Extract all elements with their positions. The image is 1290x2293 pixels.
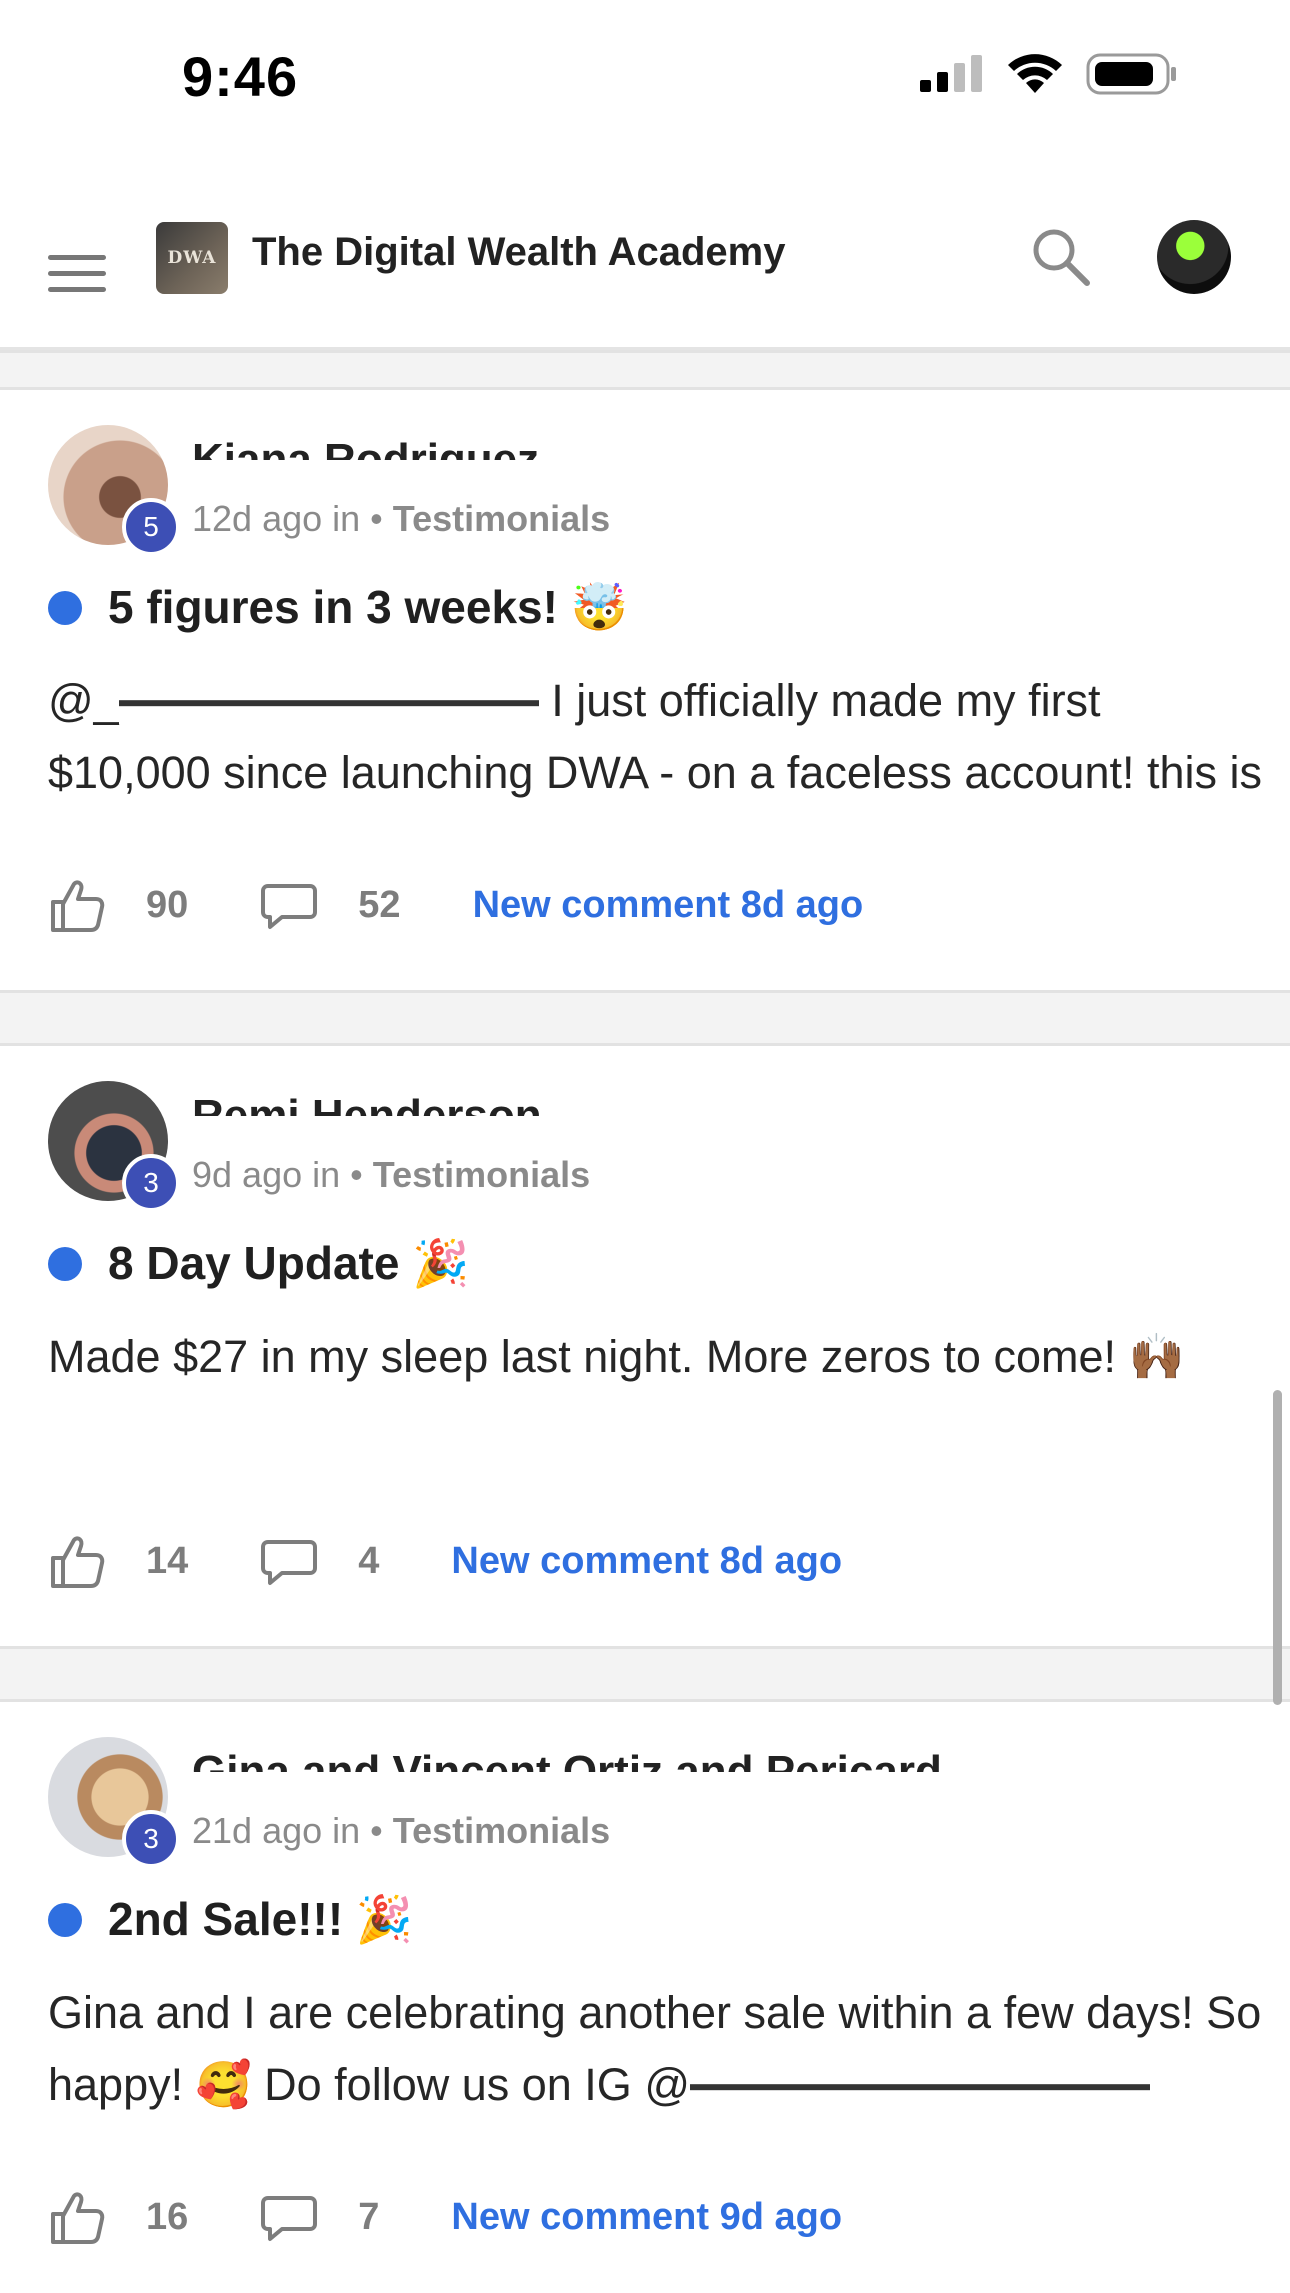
bullet: •	[350, 1154, 373, 1195]
level-badge: 3	[122, 1154, 180, 1212]
user-avatar[interactable]	[1157, 220, 1231, 294]
comment-count: 52	[358, 883, 401, 926]
comment-count: 7	[358, 2195, 380, 2238]
level-badge: 3	[122, 1810, 180, 1868]
post-title[interactable]: 2nd Sale!!! 🎉	[48, 1892, 413, 1947]
post-time: 21d ago in	[192, 1810, 361, 1851]
post-card[interactable]: 3 Remi Henderson 9d ago in • Testimonial…	[0, 1046, 1290, 1646]
comment-icon[interactable]	[260, 2188, 318, 2246]
post-title-text: 5 figures in 3 weeks! 🤯	[108, 581, 629, 633]
like-count: 16	[146, 2195, 189, 2238]
post-category[interactable]: Testimonials	[393, 1810, 610, 1851]
like-icon[interactable]	[48, 876, 106, 934]
post-actions: 16 7 New comment 9d ago	[48, 2188, 842, 2246]
post-time: 9d ago in	[192, 1154, 341, 1195]
bullet: •	[370, 1810, 393, 1851]
like-icon[interactable]	[48, 2188, 106, 2246]
post-card[interactable]: 3 Gina and Vincent Ortiz and Pericard 21…	[0, 1702, 1290, 2293]
feed-divider	[0, 1646, 1290, 1702]
author-name[interactable]: Kiana Rodriguez	[192, 430, 539, 460]
post-body[interactable]: Gina and I are celebrating another sale …	[48, 1977, 1268, 2121]
comment-icon[interactable]	[260, 1532, 318, 1590]
cellular-signal-icon	[920, 55, 982, 92]
status-time: 9:46	[182, 45, 299, 108]
post-card[interactable]: 5 Kiana Rodriguez 12d ago in • Testimoni…	[0, 390, 1290, 990]
author-name[interactable]: Remi Henderson	[192, 1086, 542, 1116]
new-comment-link[interactable]: New comment 8d ago	[473, 884, 864, 927]
level-badge: 5	[122, 498, 180, 556]
unread-dot	[48, 1246, 82, 1281]
app-title[interactable]: The Digital Wealth Academy	[252, 230, 785, 275]
post-category[interactable]: Testimonials	[393, 498, 610, 539]
comment-count: 4	[358, 1539, 380, 1582]
bullet: •	[370, 498, 393, 539]
menu-icon[interactable]	[48, 244, 106, 302]
post-title[interactable]: 8 Day Update 🎉	[48, 1236, 470, 1291]
battery-icon	[1086, 53, 1176, 95]
feed-divider	[0, 990, 1290, 1046]
post-meta: 9d ago in • Testimonials	[192, 1154, 590, 1196]
new-comment-link[interactable]: New comment 8d ago	[451, 1540, 842, 1583]
status-icons	[918, 52, 1178, 96]
post-title-text: 2nd Sale!!! 🎉	[108, 1893, 414, 1945]
post-body[interactable]: Made $27 in my sleep last night. More ze…	[48, 1321, 1268, 1393]
post-actions: 14 4 New comment 8d ago	[48, 1532, 842, 1590]
status-bar: 9:46	[0, 0, 1290, 150]
unread-dot	[48, 1902, 82, 1937]
search-icon[interactable]	[1030, 226, 1092, 288]
author-name[interactable]: Gina and Vincent Ortiz and Pericard	[192, 1742, 942, 1772]
wifi-icon	[1008, 54, 1062, 93]
post-body-mention: @_	[48, 675, 119, 726]
academy-logo[interactable]: DWA	[156, 222, 228, 294]
scrollbar[interactable]	[1273, 1390, 1282, 1705]
post-title-text: 8 Day Update 🎉	[108, 1237, 470, 1289]
post-time: 12d ago in	[192, 498, 361, 539]
post-body[interactable]: @_ I just officially made my first $10,0…	[48, 665, 1268, 809]
comment-icon[interactable]	[260, 876, 318, 934]
new-comment-link[interactable]: New comment 9d ago	[451, 2196, 842, 2239]
like-count: 14	[146, 1539, 189, 1582]
post-meta: 12d ago in • Testimonials	[192, 498, 610, 540]
like-icon[interactable]	[48, 1532, 106, 1590]
app-header: DWA The Digital Wealth Academy	[0, 200, 1290, 350]
post-meta: 21d ago in • Testimonials	[192, 1810, 610, 1852]
post-category[interactable]: Testimonials	[373, 1154, 590, 1195]
unread-dot	[48, 590, 82, 625]
post-title[interactable]: 5 figures in 3 weeks! 🤯	[48, 580, 628, 635]
feed-divider	[0, 350, 1290, 390]
redacted-handle	[690, 2068, 1150, 2109]
like-count: 90	[146, 883, 189, 926]
post-body-text: Made $27 in my sleep last night. More ze…	[48, 1331, 1185, 1382]
post-actions: 90 52 New comment 8d ago	[48, 876, 863, 934]
redacted-handle	[118, 684, 539, 725]
